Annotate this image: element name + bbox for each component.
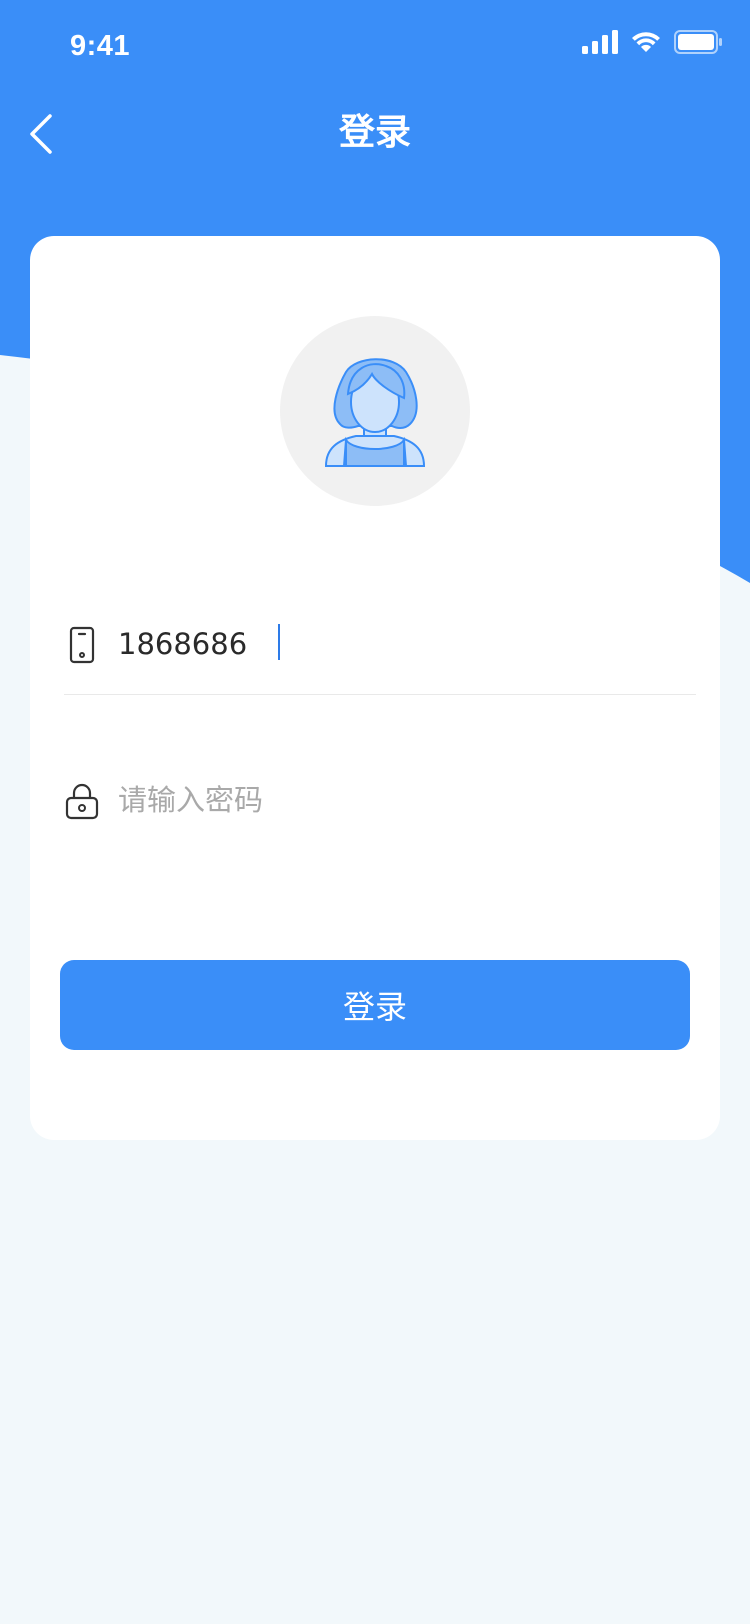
status-icons: [582, 30, 722, 54]
phone-input[interactable]: [118, 616, 678, 672]
battery-icon: [674, 30, 722, 54]
wifi-icon: [632, 32, 660, 52]
female-avatar-icon: [324, 358, 426, 467]
login-card: 登录: [30, 236, 720, 1140]
text-cursor: [278, 624, 280, 660]
avatar: [280, 316, 470, 506]
lock-icon: [65, 783, 99, 820]
password-input[interactable]: [118, 772, 678, 828]
password-field: [64, 750, 696, 850]
page-title: 登录: [338, 112, 411, 153]
mobile-phone-icon: [69, 626, 95, 664]
status-time: 9:41: [70, 30, 131, 62]
signal-icon: [582, 30, 618, 54]
navigation-bar: 登录: [0, 88, 750, 178]
login-button[interactable]: 登录: [60, 960, 690, 1050]
phone-field: [64, 594, 696, 695]
status-bar: 9:41: [0, 0, 750, 88]
